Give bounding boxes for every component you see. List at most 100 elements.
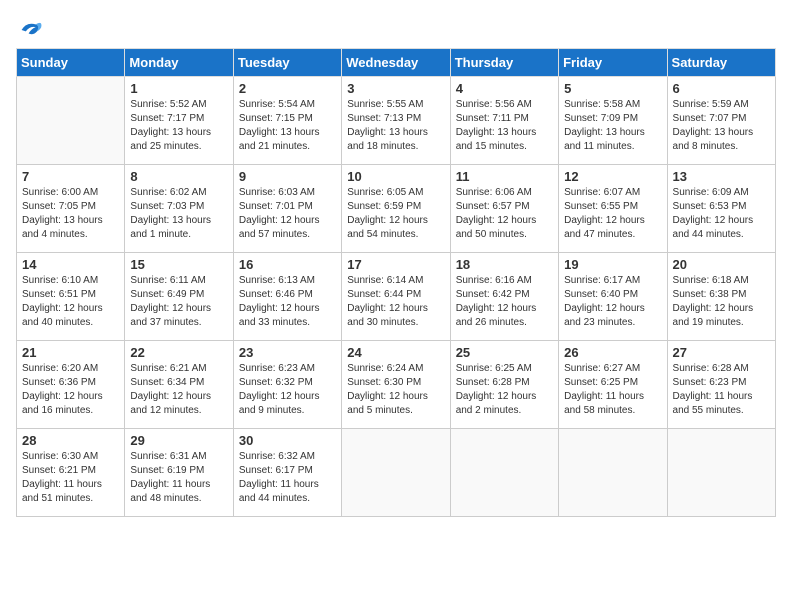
day-number: 11 [456,169,553,184]
day-number: 16 [239,257,336,272]
day-number: 3 [347,81,444,96]
day-info: Sunrise: 6:20 AM Sunset: 6:36 PM Dayligh… [22,362,119,418]
calendar-cell: 16 Sunrise: 6:13 AM Sunset: 6:46 PM Dayli… [233,253,341,341]
day-info: Sunrise: 5:52 AM Sunset: 7:17 PM Dayligh… [130,98,227,154]
calendar-cell [17,77,125,165]
calendar-cell: 27 Sunrise: 6:28 AM Sunset: 6:23 PM Dayli… [667,341,775,429]
day-number: 26 [564,345,661,360]
weekday-header-monday: Monday [125,49,233,77]
day-number: 21 [22,345,119,360]
day-info: Sunrise: 6:11 AM Sunset: 6:49 PM Dayligh… [130,274,227,330]
day-number: 12 [564,169,661,184]
day-info: Sunrise: 6:17 AM Sunset: 6:40 PM Dayligh… [564,274,661,330]
calendar-cell: 25Sunrise: 6:25 AM Sunset: 6:28 PM Dayli… [450,341,558,429]
calendar-week-row: 28 Sunrise: 6:30 AM Sunset: 6:21 PM Dayli… [17,429,776,517]
day-info: Sunrise: 6:32 AM Sunset: 6:17 PM Dayligh… [239,450,336,506]
calendar-cell: 9 Sunrise: 6:03 AM Sunset: 7:01 PM Daylig… [233,165,341,253]
day-number: 5 [564,81,661,96]
day-number: 24 [347,345,444,360]
weekday-header-saturday: Saturday [667,49,775,77]
calendar-cell: 15 Sunrise: 6:11 AM Sunset: 6:49 PM Dayli… [125,253,233,341]
calendar-cell: 26Sunrise: 6:27 AM Sunset: 6:25 PM Dayli… [559,341,667,429]
day-info: Sunrise: 5:58 AM Sunset: 7:09 PM Dayligh… [564,98,661,154]
calendar-cell: 11 Sunrise: 6:06 AM Sunset: 6:57 PM Dayli… [450,165,558,253]
day-number: 4 [456,81,553,96]
day-number: 9 [239,169,336,184]
day-info: Sunrise: 6:24 AM Sunset: 6:30 PM Dayligh… [347,362,444,418]
weekday-header-sunday: Sunday [17,49,125,77]
day-number: 14 [22,257,119,272]
day-info: Sunrise: 6:05 AM Sunset: 6:59 PM Dayligh… [347,186,444,242]
day-number: 30 [239,433,336,448]
day-info: Sunrise: 5:54 AM Sunset: 7:15 PM Dayligh… [239,98,336,154]
day-number: 22 [130,345,227,360]
day-number: 18 [456,257,553,272]
day-number: 25 [456,345,553,360]
day-info: Sunrise: 6:02 AM Sunset: 7:03 PM Dayligh… [130,186,227,242]
day-number: 19 [564,257,661,272]
calendar-cell: 22 Sunrise: 6:21 AM Sunset: 6:34 PM Dayli… [125,341,233,429]
page-header [16,16,776,44]
day-number: 8 [130,169,227,184]
day-number: 2 [239,81,336,96]
calendar-cell: 3 Sunrise: 5:55 AM Sunset: 7:13 PM Daylig… [342,77,450,165]
day-info: Sunrise: 6:07 AM Sunset: 6:55 PM Dayligh… [564,186,661,242]
day-info: Sunrise: 6:28 AM Sunset: 6:23 PM Dayligh… [673,362,770,418]
day-info: Sunrise: 6:06 AM Sunset: 6:57 PM Dayligh… [456,186,553,242]
logo [16,16,48,44]
calendar-week-row: 1 Sunrise: 5:52 AM Sunset: 7:17 PM Daylig… [17,77,776,165]
calendar-cell [667,429,775,517]
day-number: 13 [673,169,770,184]
calendar-cell [342,429,450,517]
weekday-header-wednesday: Wednesday [342,49,450,77]
day-info: Sunrise: 6:13 AM Sunset: 6:46 PM Dayligh… [239,274,336,330]
day-info: Sunrise: 6:18 AM Sunset: 6:38 PM Dayligh… [673,274,770,330]
calendar-cell: 20 Sunrise: 6:18 AM Sunset: 6:38 PM Dayli… [667,253,775,341]
day-number: 15 [130,257,227,272]
day-info: Sunrise: 5:59 AM Sunset: 7:07 PM Dayligh… [673,98,770,154]
calendar-cell: 7 Sunrise: 6:00 AM Sunset: 7:05 PM Daylig… [17,165,125,253]
calendar-cell: 29 Sunrise: 6:31 AM Sunset: 6:19 PM Dayli… [125,429,233,517]
calendar-cell: 18 Sunrise: 6:16 AM Sunset: 6:42 PM Dayli… [450,253,558,341]
calendar-cell: 2 Sunrise: 5:54 AM Sunset: 7:15 PM Daylig… [233,77,341,165]
day-number: 20 [673,257,770,272]
day-info: Sunrise: 6:10 AM Sunset: 6:51 PM Dayligh… [22,274,119,330]
day-info: Sunrise: 6:00 AM Sunset: 7:05 PM Dayligh… [22,186,119,242]
day-info: Sunrise: 6:16 AM Sunset: 6:42 PM Dayligh… [456,274,553,330]
calendar-cell: 23 Sunrise: 6:23 AM Sunset: 6:32 PM Dayli… [233,341,341,429]
weekday-header-tuesday: Tuesday [233,49,341,77]
day-number: 23 [239,345,336,360]
calendar-week-row: 21 Sunrise: 6:20 AM Sunset: 6:36 PM Dayli… [17,341,776,429]
calendar-cell: 30 Sunrise: 6:32 AM Sunset: 6:17 PM Dayli… [233,429,341,517]
day-number: 10 [347,169,444,184]
calendar-cell: 6Sunrise: 5:59 AM Sunset: 7:07 PM Daylig… [667,77,775,165]
day-info: Sunrise: 6:30 AM Sunset: 6:21 PM Dayligh… [22,450,119,506]
day-info: Sunrise: 6:31 AM Sunset: 6:19 PM Dayligh… [130,450,227,506]
calendar-table: SundayMondayTuesdayWednesdayThursdayFrid… [16,48,776,517]
calendar-cell: 8 Sunrise: 6:02 AM Sunset: 7:03 PM Daylig… [125,165,233,253]
calendar-cell [450,429,558,517]
day-number: 27 [673,345,770,360]
day-info: Sunrise: 6:14 AM Sunset: 6:44 PM Dayligh… [347,274,444,330]
calendar-cell: 1 Sunrise: 5:52 AM Sunset: 7:17 PM Daylig… [125,77,233,165]
day-info: Sunrise: 5:55 AM Sunset: 7:13 PM Dayligh… [347,98,444,154]
day-info: Sunrise: 6:21 AM Sunset: 6:34 PM Dayligh… [130,362,227,418]
day-number: 28 [22,433,119,448]
day-info: Sunrise: 5:56 AM Sunset: 7:11 PM Dayligh… [456,98,553,154]
calendar-week-row: 7 Sunrise: 6:00 AM Sunset: 7:05 PM Daylig… [17,165,776,253]
day-info: Sunrise: 6:23 AM Sunset: 6:32 PM Dayligh… [239,362,336,418]
weekday-header-friday: Friday [559,49,667,77]
calendar-cell: 12 Sunrise: 6:07 AM Sunset: 6:55 PM Dayli… [559,165,667,253]
calendar-cell: 14 Sunrise: 6:10 AM Sunset: 6:51 PM Dayli… [17,253,125,341]
day-info: Sunrise: 6:03 AM Sunset: 7:01 PM Dayligh… [239,186,336,242]
calendar-week-row: 14 Sunrise: 6:10 AM Sunset: 6:51 PM Dayli… [17,253,776,341]
day-info: Sunrise: 6:09 AM Sunset: 6:53 PM Dayligh… [673,186,770,242]
day-number: 29 [130,433,227,448]
calendar-cell: 28 Sunrise: 6:30 AM Sunset: 6:21 PM Dayli… [17,429,125,517]
calendar-cell: 13 Sunrise: 6:09 AM Sunset: 6:53 PM Dayli… [667,165,775,253]
day-number: 1 [130,81,227,96]
day-number: 7 [22,169,119,184]
calendar-cell: 17 Sunrise: 6:14 AM Sunset: 6:44 PM Dayli… [342,253,450,341]
day-number: 17 [347,257,444,272]
calendar-cell: 10 Sunrise: 6:05 AM Sunset: 6:59 PM Dayli… [342,165,450,253]
